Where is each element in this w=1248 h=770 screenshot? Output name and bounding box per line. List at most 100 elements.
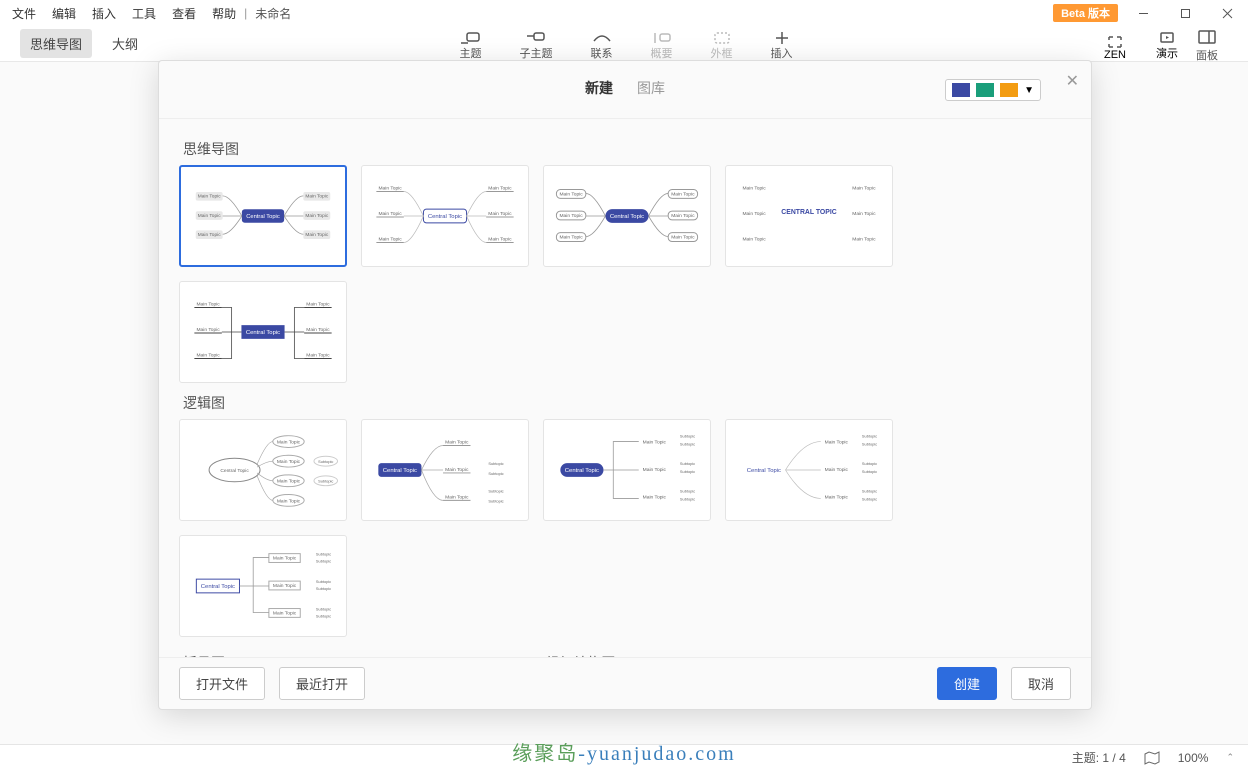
svg-text:Subtopic: Subtopic	[862, 441, 877, 446]
template-logic-3[interactable]: Central Topic Main TopicMain TopicMain T…	[543, 419, 711, 521]
svg-text:Subtopic: Subtopic	[488, 471, 503, 476]
dialog-body[interactable]: 思维导图 Central Topic Main Topic Main Topic…	[159, 119, 1091, 657]
svg-text:Subtopic: Subtopic	[316, 613, 331, 618]
tool-topic[interactable]: 主题	[460, 31, 482, 61]
template-mindmap-4[interactable]: CENTRAL TOPIC Main Topic Main Topic Main T…	[725, 165, 893, 267]
svg-text:Main Topic: Main Topic	[378, 211, 402, 217]
svg-text:Main Topic: Main Topic	[198, 213, 221, 219]
template-mindmap-5[interactable]: Central Topic Main TopicMain TopicMain T…	[179, 281, 347, 383]
svg-text:Subtopic: Subtopic	[316, 558, 331, 563]
tool-boundary[interactable]: 外框	[711, 31, 733, 61]
svg-text:Main Topic: Main Topic	[825, 467, 849, 473]
svg-text:Central Topic: Central Topic	[246, 214, 280, 220]
maximize-button[interactable]	[1164, 0, 1206, 26]
svg-text:Main Topic: Main Topic	[445, 467, 469, 473]
template-mindmap-1[interactable]: Central Topic Main Topic Main Topic Main…	[179, 165, 347, 267]
section-mindmap-title: 思维导图	[179, 129, 1071, 165]
svg-text:Main Topic: Main Topic	[671, 191, 695, 197]
open-file-button[interactable]: 打开文件	[179, 667, 265, 700]
create-button[interactable]: 创建	[937, 667, 997, 700]
svg-text:Main Topic: Main Topic	[305, 194, 328, 200]
map-icon[interactable]	[1144, 751, 1160, 765]
svg-text:Main Topic: Main Topic	[559, 191, 583, 197]
svg-text:Main Topic: Main Topic	[825, 494, 849, 500]
close-button[interactable]	[1206, 0, 1248, 26]
tool-panel[interactable]: 面板	[1196, 30, 1218, 63]
svg-text:Main Topic: Main Topic	[378, 186, 402, 192]
svg-text:Subtopic: Subtopic	[862, 461, 877, 466]
svg-text:Central Topic: Central Topic	[565, 468, 599, 474]
svg-text:Subtopic: Subtopic	[316, 586, 331, 591]
tab-mindmap[interactable]: 思维导图	[20, 29, 92, 58]
tool-insert[interactable]: 插入	[771, 31, 793, 61]
document-name: 未命名	[247, 2, 299, 25]
svg-text:Main Topic: Main Topic	[643, 440, 667, 446]
svg-text:Main Topic: Main Topic	[445, 494, 469, 500]
tool-present[interactable]: 演示	[1156, 31, 1178, 61]
svg-text:Main Topic: Main Topic	[273, 583, 297, 589]
svg-text:Main Topic: Main Topic	[198, 232, 221, 238]
svg-text:Main Topic: Main Topic	[378, 237, 402, 243]
svg-text:Main Topic: Main Topic	[196, 327, 220, 333]
svg-text:Main Topic: Main Topic	[306, 302, 330, 308]
svg-text:Main Topic: Main Topic	[277, 440, 301, 446]
svg-text:Subtopic: Subtopic	[680, 496, 695, 501]
svg-text:CENTRAL TOPIC: CENTRAL TOPIC	[781, 209, 836, 216]
template-mindmap-3[interactable]: Central Topic Main Topic Main Topic Main…	[543, 165, 711, 267]
color-theme-selector[interactable]: ▼	[945, 79, 1041, 101]
summary-icon	[652, 31, 672, 45]
svg-text:Subtopic: Subtopic	[488, 461, 503, 466]
minimize-button[interactable]	[1122, 0, 1164, 26]
svg-text:Main Topic: Main Topic	[196, 302, 220, 308]
tool-relation[interactable]: 联系	[591, 31, 613, 61]
svg-text:Main Topic: Main Topic	[277, 479, 301, 485]
template-mindmap-2[interactable]: Central Topic Main Topic Main Topic Main…	[361, 165, 529, 267]
template-logic-5[interactable]: Central Topic Main Topic Main Topic Main…	[179, 535, 347, 637]
zoom-chevron-icon[interactable]: ⌃	[1226, 752, 1234, 763]
tool-zen[interactable]: ZEN	[1104, 35, 1126, 61]
template-logic-4[interactable]: Central Topic Main Topic Main Topic Main T…	[725, 419, 893, 521]
zen-icon	[1105, 35, 1125, 49]
menu-edit[interactable]: 编辑	[44, 2, 84, 25]
svg-text:Central Topic: Central Topic	[747, 468, 781, 474]
color-swatch-2	[976, 83, 994, 97]
svg-text:Subtopic: Subtopic	[862, 434, 877, 439]
svg-text:Main Topic: Main Topic	[445, 440, 469, 446]
panel-icon	[1198, 30, 1216, 47]
svg-text:Subtopic: Subtopic	[318, 479, 333, 484]
svg-text:Main Topic: Main Topic	[306, 353, 330, 359]
svg-text:Main Topic: Main Topic	[742, 186, 766, 192]
svg-text:Central Topic: Central Topic	[220, 468, 249, 474]
dialog-tab-new[interactable]: 新建	[585, 78, 613, 102]
cancel-button[interactable]: 取消	[1011, 667, 1071, 700]
recent-files-button[interactable]: 最近打开	[279, 667, 365, 700]
menu-insert[interactable]: 插入	[84, 2, 124, 25]
menu-view[interactable]: 查看	[164, 2, 204, 25]
dialog-close-button[interactable]: ✕	[1066, 71, 1079, 91]
status-zoom[interactable]: 100%	[1178, 751, 1209, 765]
svg-text:Subtopic: Subtopic	[316, 579, 331, 584]
svg-text:Main Topic: Main Topic	[742, 237, 766, 243]
tab-outline[interactable]: 大纲	[102, 29, 148, 58]
template-logic-2[interactable]: Central Topic Main Topic Main Topic Main…	[361, 419, 529, 521]
svg-text:Subtopic: Subtopic	[680, 434, 695, 439]
tool-subtopic[interactable]: 子主题	[520, 31, 553, 61]
svg-text:Central Topic: Central Topic	[201, 584, 235, 590]
status-topics: 主题: 1 / 4	[1072, 749, 1126, 766]
svg-text:Central Topic: Central Topic	[610, 214, 644, 220]
menu-help[interactable]: 帮助	[204, 2, 244, 25]
svg-text:Main Topic: Main Topic	[277, 498, 301, 504]
svg-text:Main Topic: Main Topic	[559, 213, 583, 219]
template-logic-1[interactable]: Central Topic Main Topic Main Topic Main…	[179, 419, 347, 521]
menu-tools[interactable]: 工具	[124, 2, 164, 25]
svg-text:Main Topic: Main Topic	[825, 440, 849, 446]
dialog-tab-library[interactable]: 图库	[637, 78, 665, 102]
svg-text:Main Topic: Main Topic	[852, 211, 876, 217]
present-icon	[1157, 31, 1177, 45]
menu-file[interactable]: 文件	[4, 2, 44, 25]
svg-text:Main Topic: Main Topic	[277, 459, 301, 465]
color-swatch-1	[952, 83, 970, 97]
chevron-down-icon: ▼	[1024, 85, 1034, 96]
tool-summary[interactable]: 概要	[651, 31, 673, 61]
beta-badge: Beta 版本	[1053, 4, 1118, 22]
